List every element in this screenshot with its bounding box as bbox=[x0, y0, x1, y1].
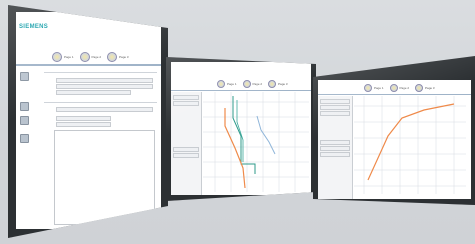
header-divider bbox=[318, 94, 471, 95]
panel-field[interactable] bbox=[173, 95, 199, 100]
toolbar-item-2[interactable]: Page 2 bbox=[389, 84, 409, 92]
tool-icon bbox=[415, 84, 424, 92]
section-icon[interactable] bbox=[20, 102, 29, 111]
curve-orange bbox=[367, 103, 455, 181]
tool-icon bbox=[217, 80, 225, 88]
toolbar: Page 1 Page 2 Page 3 bbox=[52, 52, 129, 62]
curve-blue bbox=[256, 115, 276, 155]
toolbar-item-1[interactable]: Page 1 bbox=[364, 84, 384, 92]
side-panel bbox=[171, 92, 202, 195]
monitor-form-view: SIEMENS Page 1 Page 2 Page 3 bbox=[8, 5, 168, 238]
monitor-curves-view: Page 1 Page 2 Page 3 bbox=[166, 57, 316, 201]
curves-screen: Page 1 Page 2 Page 3 bbox=[171, 62, 311, 195]
tool-icon bbox=[242, 80, 251, 88]
toolbar-item-3[interactable]: Page 3 bbox=[107, 52, 129, 62]
toolbar: Page 1 Page 2 Page 3 bbox=[217, 80, 288, 88]
header-divider bbox=[16, 64, 161, 66]
siemens-logo: SIEMENS bbox=[19, 24, 49, 30]
toolbar-item-2[interactable]: Page 2 bbox=[242, 80, 262, 88]
toolbar-item-1[interactable]: Page 1 bbox=[217, 80, 237, 88]
panel-field[interactable] bbox=[320, 105, 350, 110]
section-icon[interactable] bbox=[20, 72, 29, 81]
panel-field[interactable] bbox=[173, 147, 199, 152]
curve-orange bbox=[224, 108, 246, 189]
panel-field[interactable] bbox=[320, 152, 350, 157]
monitor-chart-view: Page 1 Page 2 Page 3 bbox=[313, 56, 475, 205]
toolbar-item-3[interactable]: Page 3 bbox=[415, 84, 435, 92]
form-field[interactable] bbox=[56, 84, 153, 89]
toolbar-item-3[interactable]: Page 3 bbox=[268, 80, 288, 88]
form-row bbox=[44, 72, 157, 73]
plot-grid bbox=[203, 92, 309, 192]
panel-field[interactable] bbox=[320, 99, 350, 104]
panel-field[interactable] bbox=[320, 111, 350, 116]
tool-icon bbox=[107, 52, 118, 62]
chart-screen: Page 1 Page 2 Page 3 bbox=[318, 80, 471, 199]
text-area[interactable] bbox=[54, 130, 155, 225]
header-divider bbox=[171, 90, 311, 91]
chart-plot[interactable] bbox=[354, 96, 466, 194]
toolbar-item-1[interactable]: Page 1 bbox=[52, 52, 74, 62]
form-row bbox=[44, 102, 157, 103]
tool-icon bbox=[52, 52, 62, 62]
panel-field[interactable] bbox=[173, 153, 199, 158]
panel-field[interactable] bbox=[320, 140, 350, 145]
curve-teal-secondary bbox=[236, 100, 244, 162]
form-field[interactable] bbox=[56, 107, 153, 112]
form-field[interactable] bbox=[56, 90, 131, 95]
tool-icon bbox=[364, 84, 372, 92]
toolbar: Page 1 Page 2 Page 3 bbox=[364, 84, 435, 92]
toolbar-item-2[interactable]: Page 2 bbox=[79, 52, 101, 62]
panel-field[interactable] bbox=[173, 101, 199, 106]
section-icon[interactable] bbox=[20, 134, 29, 143]
form-field[interactable] bbox=[56, 78, 153, 83]
panel-field[interactable] bbox=[320, 146, 350, 151]
curves-plot[interactable] bbox=[203, 92, 309, 192]
side-panel bbox=[318, 96, 353, 199]
tool-icon bbox=[79, 52, 90, 62]
plot-grid bbox=[354, 96, 466, 194]
section-icon[interactable] bbox=[20, 116, 29, 125]
tool-icon bbox=[389, 84, 398, 92]
tool-icon bbox=[268, 80, 277, 88]
form-field[interactable] bbox=[56, 116, 111, 121]
form-screen: SIEMENS Page 1 Page 2 Page 3 bbox=[16, 12, 161, 229]
form-field[interactable] bbox=[56, 122, 111, 127]
curve-teal bbox=[232, 96, 256, 174]
